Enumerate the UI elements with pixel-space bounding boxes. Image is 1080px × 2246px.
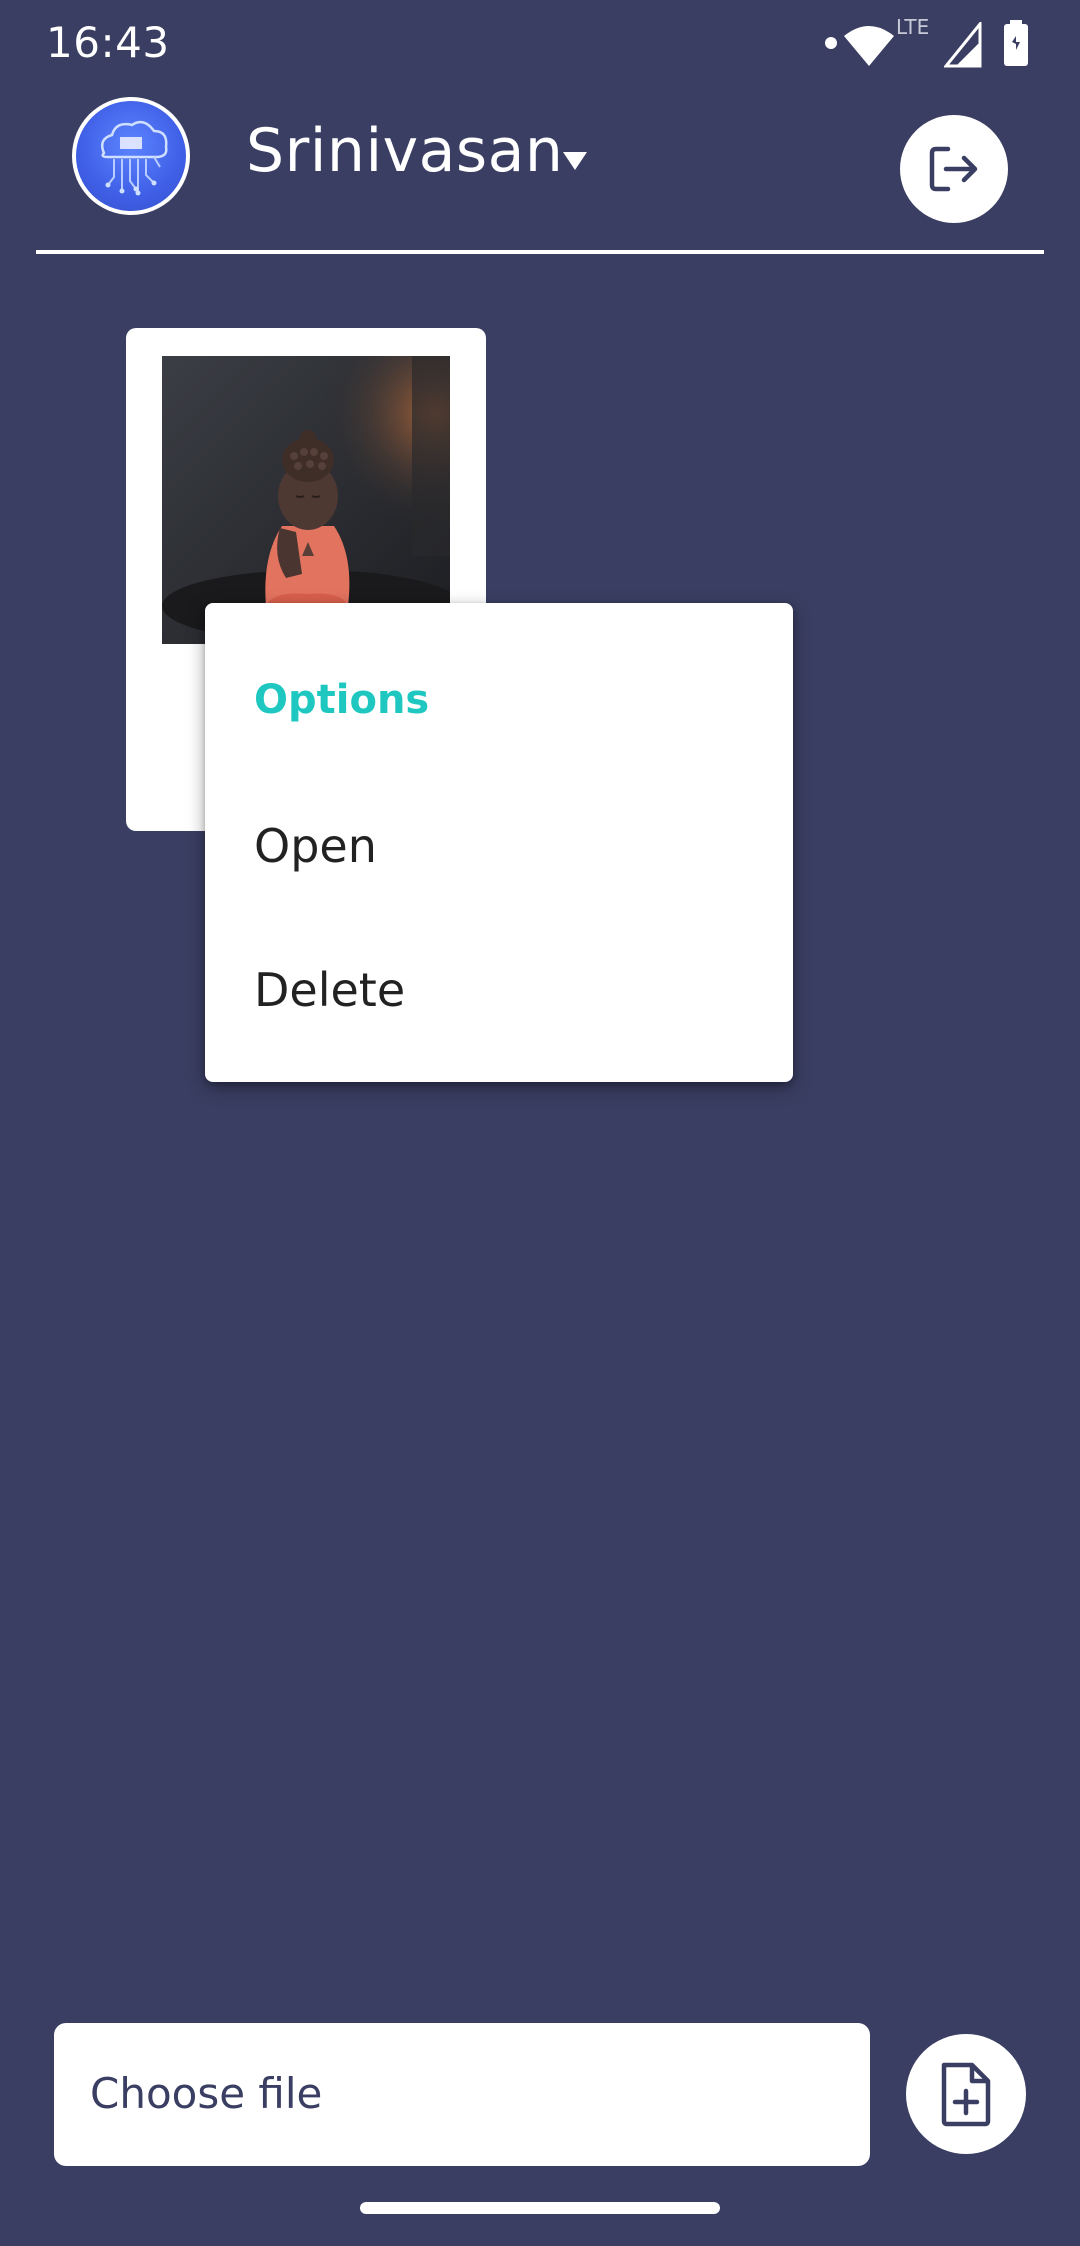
- caret-down-icon[interactable]: [563, 152, 587, 170]
- logout-icon: [929, 146, 978, 192]
- navigation-handle[interactable]: [360, 2202, 720, 2214]
- choose-file-label: Choose file: [90, 2069, 323, 2118]
- options-menu: Options Open Delete: [205, 603, 793, 1082]
- options-menu-title: Options: [254, 677, 430, 723]
- menu-item-open[interactable]: Open: [254, 819, 377, 873]
- notification-dot-icon: [825, 37, 837, 49]
- add-file-button[interactable]: [906, 2034, 1026, 2154]
- status-icons: LTE: [824, 16, 1044, 76]
- wifi-icon: [844, 26, 894, 66]
- status-bar: 16:43 LTE: [0, 0, 1080, 86]
- cloud-circuit-logo-icon: [76, 101, 186, 211]
- header-divider: [36, 250, 1044, 254]
- status-time: 16:43: [46, 18, 170, 67]
- svg-text:LTE: LTE: [896, 16, 929, 39]
- network-type-label: LTE: [896, 16, 929, 39]
- battery-icon: [1004, 20, 1028, 66]
- user-name-dropdown[interactable]: Srinivasan: [246, 116, 563, 186]
- signal-icon: [944, 22, 982, 68]
- menu-item-delete[interactable]: Delete: [254, 963, 405, 1017]
- file-add-icon: [941, 2062, 991, 2127]
- app-logo[interactable]: [72, 97, 190, 215]
- logout-button[interactable]: [900, 115, 1008, 223]
- choose-file-field[interactable]: Choose file: [54, 2023, 870, 2166]
- file-thumbnail-image[interactable]: [162, 356, 450, 644]
